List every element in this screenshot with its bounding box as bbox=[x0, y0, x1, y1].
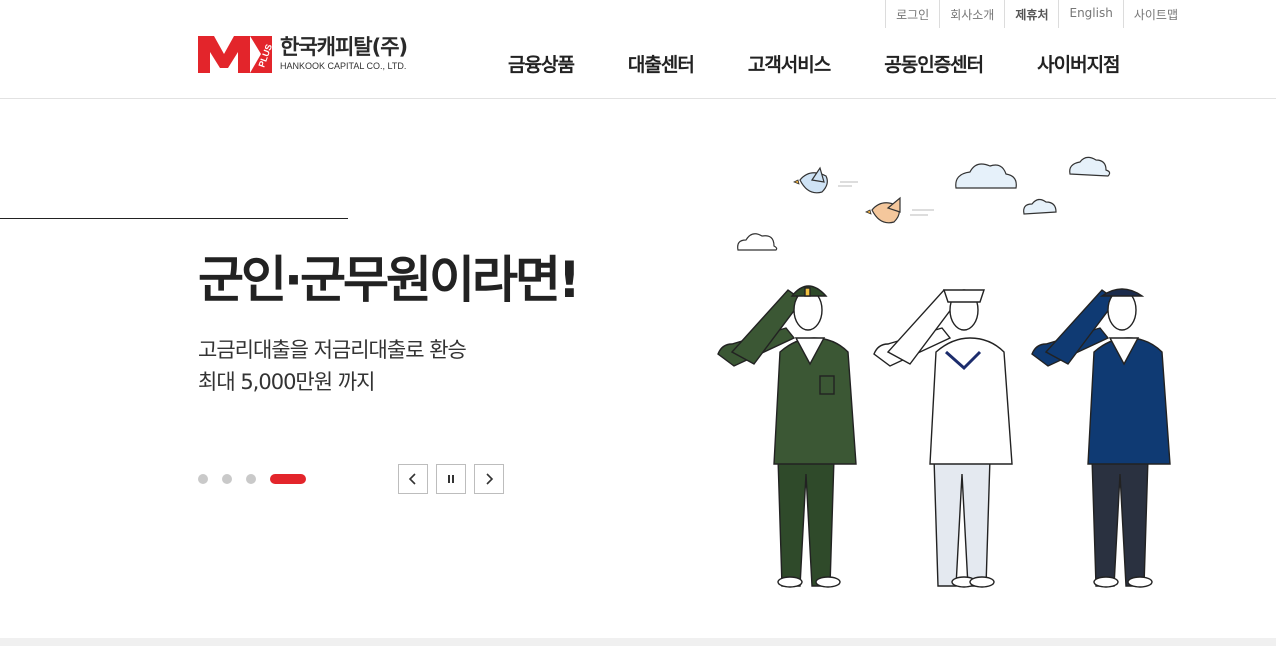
pause-icon bbox=[448, 475, 454, 483]
slide-dot-3[interactable] bbox=[246, 474, 256, 484]
slide-dot-2[interactable] bbox=[222, 474, 232, 484]
hero-divider bbox=[0, 218, 348, 219]
nav-certificate-center[interactable]: 공동인증센터 bbox=[884, 50, 984, 77]
main-nav: 금융상품 대출센터 고객서비스 공동인증센터 사이버지점 bbox=[508, 50, 1174, 77]
cloud-icon bbox=[955, 156, 1111, 215]
company-logo[interactable]: PLUS 한국캐피탈(주) HANKOOK CAPITAL CO., LTD. bbox=[198, 35, 408, 73]
nav-loan-center[interactable]: 대출센터 bbox=[628, 50, 695, 77]
army-soldier-figure bbox=[717, 285, 857, 588]
blue-bird-icon bbox=[793, 166, 858, 194]
logo-korean-name: 한국캐피탈(주) bbox=[280, 35, 408, 59]
logo-english-name: HANKOOK CAPITAL CO., LTD. bbox=[280, 61, 407, 71]
pause-slide-button[interactable] bbox=[436, 464, 466, 494]
hero-title: 군인·군무원이라면! bbox=[198, 251, 581, 309]
footer-band bbox=[0, 638, 1276, 646]
saluting-soldiers-illustration bbox=[717, 156, 1171, 588]
chevron-right-icon bbox=[486, 473, 494, 485]
nav-cyber-branch[interactable]: 사이버지점 bbox=[1037, 50, 1120, 77]
slide-dot-1[interactable] bbox=[198, 474, 208, 484]
nav-customer-service[interactable]: 고객서비스 bbox=[748, 50, 831, 77]
next-slide-button[interactable] bbox=[474, 464, 504, 494]
hero-desc-line-2: 최대 5,000만원 까지 bbox=[198, 370, 375, 394]
orange-bird-icon bbox=[865, 196, 934, 224]
chevron-left-icon bbox=[408, 473, 416, 485]
prev-slide-button[interactable] bbox=[398, 464, 428, 494]
airforce-officer-figure bbox=[1031, 288, 1171, 588]
navy-sailor-figure bbox=[873, 289, 1013, 588]
site-header: PLUS 한국캐피탈(주) HANKOOK CAPITAL CO., LTD. … bbox=[0, 0, 1276, 99]
logo-mark-icon: PLUS bbox=[198, 36, 274, 73]
hero-desc-line-1: 고금리대출을 저금리대출로 환승 bbox=[198, 338, 467, 362]
hero-description: 고금리대출을 저금리대출로 환승 최대 5,000만원 까지 bbox=[198, 334, 467, 398]
nav-financial-products[interactable]: 금융상품 bbox=[508, 50, 575, 77]
slide-dot-4[interactable] bbox=[270, 474, 306, 484]
slide-indicators bbox=[198, 474, 320, 484]
